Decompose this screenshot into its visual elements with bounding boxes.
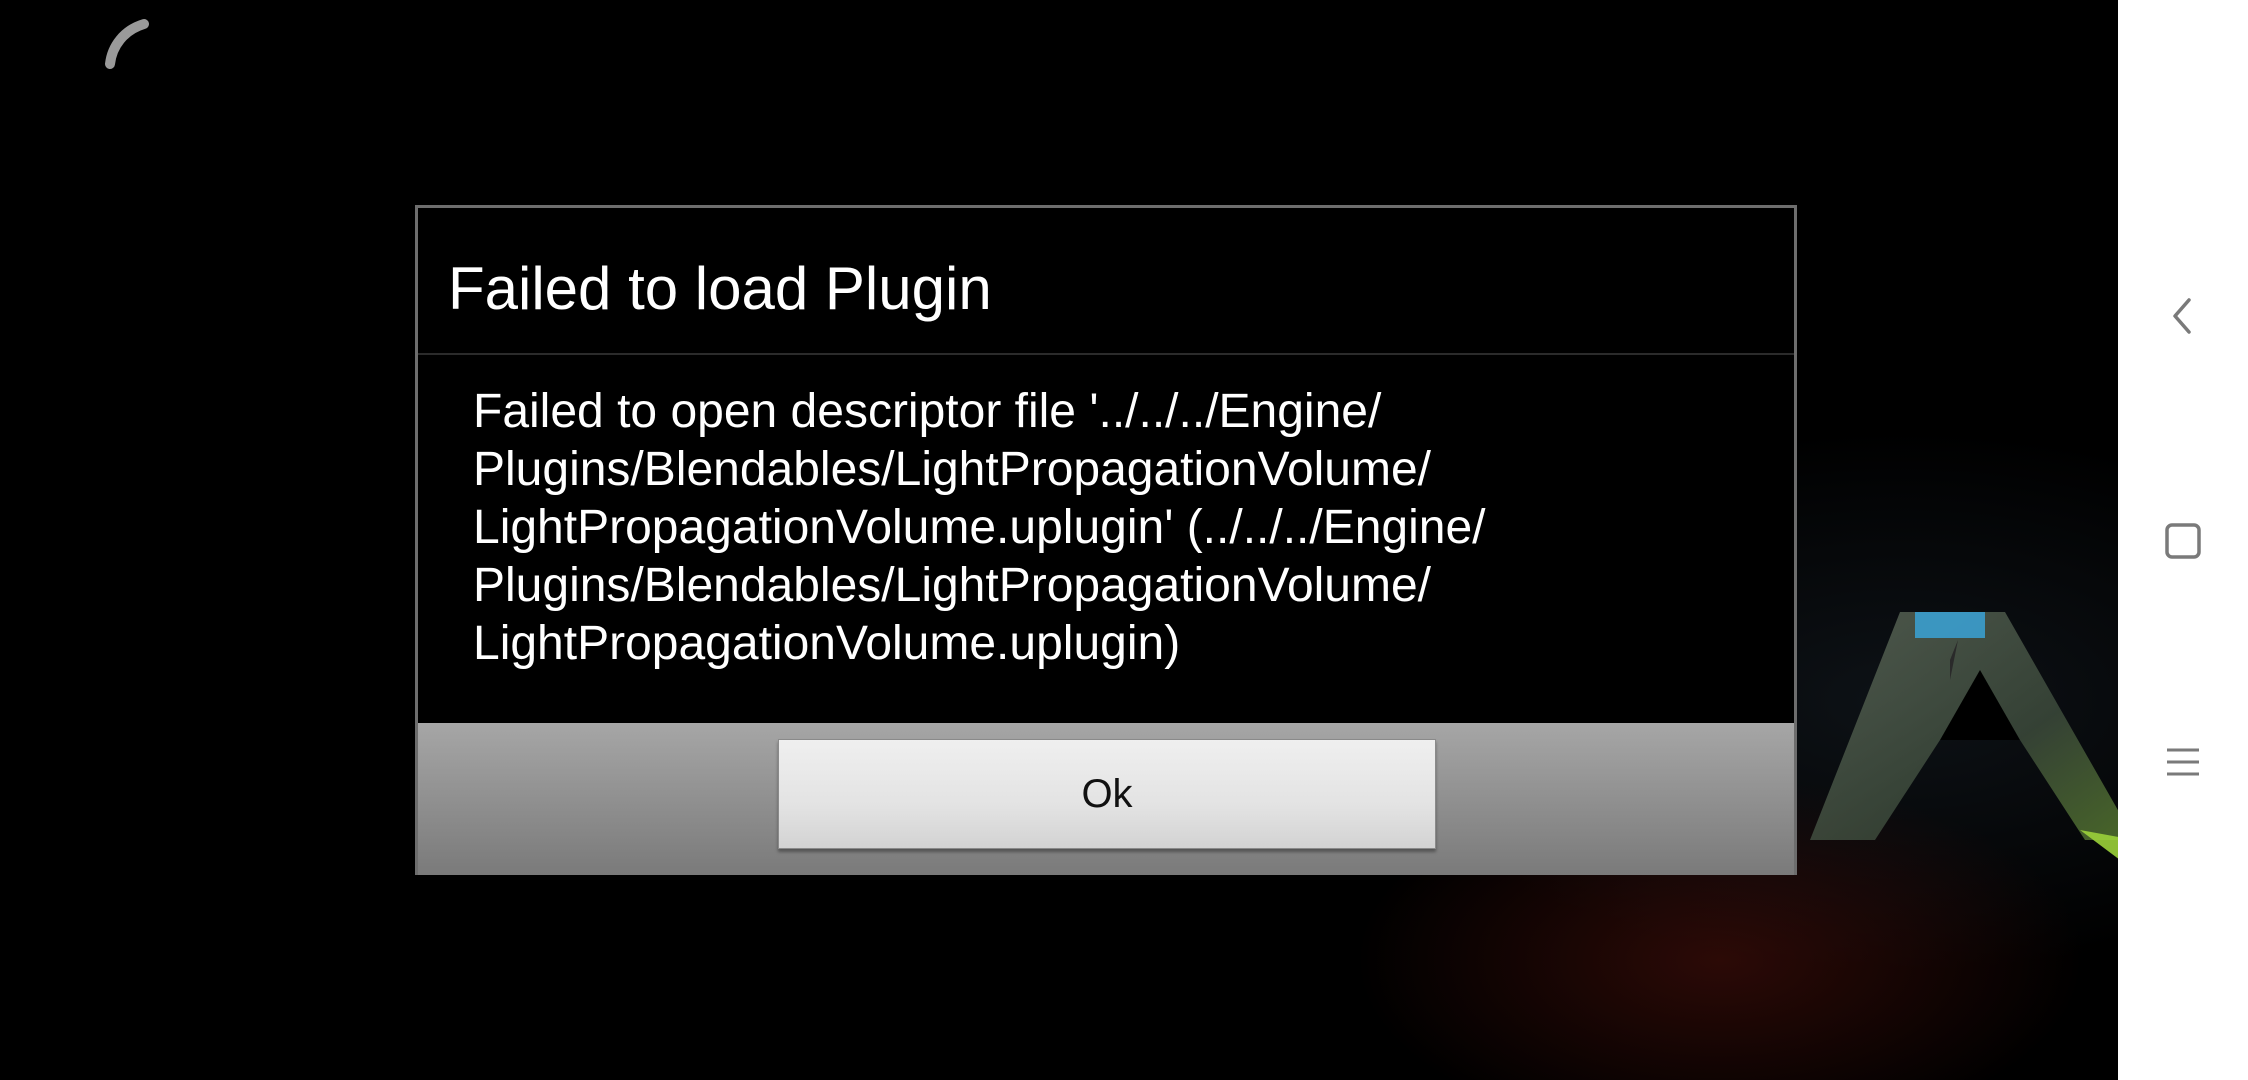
ark-logo-icon <box>1810 612 2135 860</box>
dialog-message-line: Plugins/Blendables/LightPropagationVolum… <box>473 559 1432 612</box>
error-dialog: Failed to load Plugin Failed to open des… <box>415 205 1797 875</box>
game-background: Failed to load Plugin Failed to open des… <box>0 0 2135 1080</box>
dialog-title: Failed to load Plugin <box>418 208 1794 355</box>
screen: Failed to load Plugin Failed to open des… <box>0 0 2248 1080</box>
back-chevron-left-icon[interactable] <box>2153 286 2213 346</box>
home-square-icon[interactable] <box>2153 511 2213 571</box>
dialog-message-line: Plugins/Blendables/LightPropagationVolum… <box>473 443 1432 496</box>
loading-spinner-icon <box>105 19 149 69</box>
recents-menu-lines-icon[interactable] <box>2153 732 2213 792</box>
dialog-message-line: Failed to open descriptor file '../../..… <box>473 385 1382 438</box>
dialog-button-bar: Ok <box>418 723 1794 875</box>
ok-button[interactable]: Ok <box>778 739 1436 849</box>
system-navigation-bar <box>2118 0 2248 1080</box>
dialog-message-line: LightPropagationVolume.uplugin) <box>473 617 1181 670</box>
dialog-message-line: LightPropagationVolume.uplugin' (../../.… <box>473 501 1486 554</box>
dialog-message: Failed to open descriptor file '../../..… <box>473 383 1753 673</box>
